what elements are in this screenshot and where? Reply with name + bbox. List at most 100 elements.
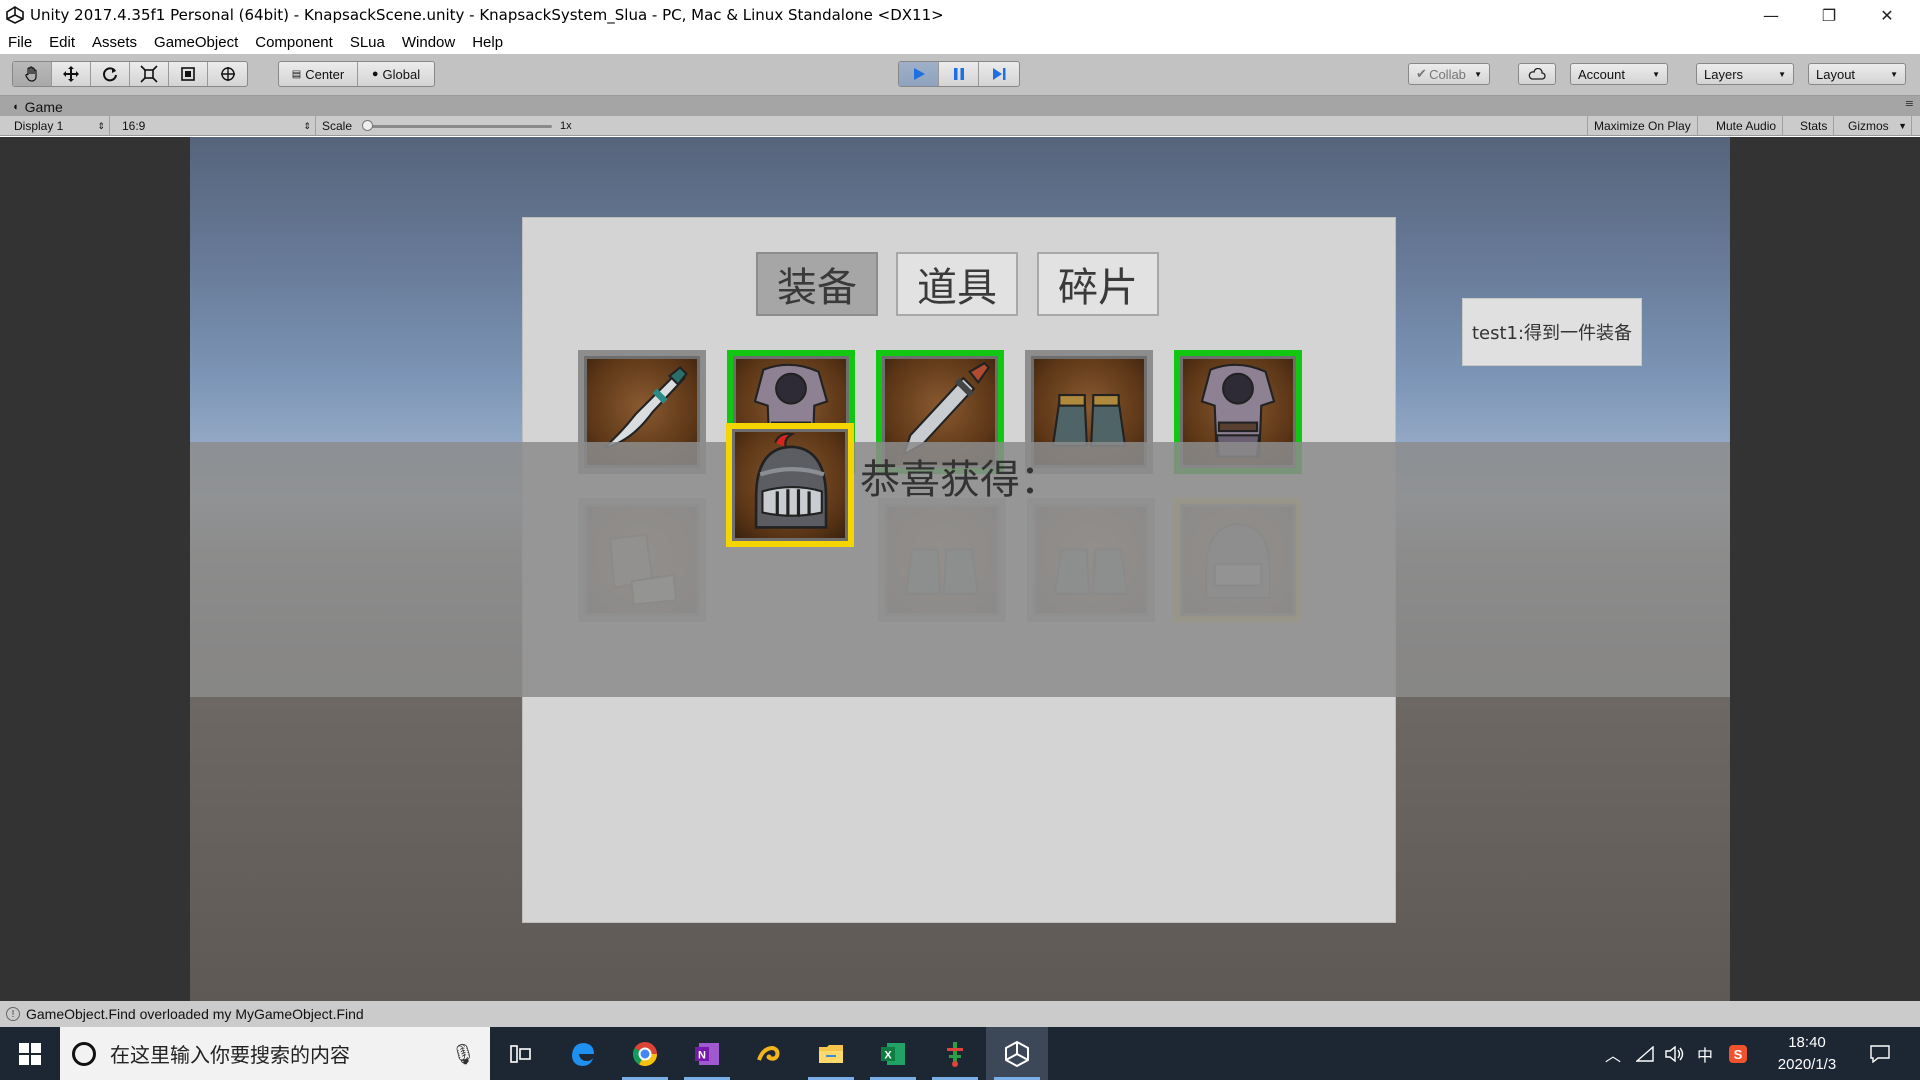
taskbar-app-swirl[interactable]: [738, 1027, 800, 1080]
menu-file[interactable]: File: [8, 34, 32, 51]
reward-slot-helmet[interactable]: [726, 423, 854, 547]
reward-title: 恭喜获得：: [860, 457, 1060, 503]
menu-window[interactable]: Window: [402, 34, 455, 51]
menu-slua[interactable]: SLua: [350, 34, 385, 51]
tab-game-label: Game: [24, 98, 63, 115]
aspect-label: 16:9: [122, 119, 146, 133]
tab-game[interactable]: ◖ Game: [8, 97, 71, 116]
show-hidden-icons-button[interactable]: ︿: [1596, 1027, 1630, 1080]
play-button[interactable]: [899, 62, 939, 86]
scale-tool-button[interactable]: [130, 62, 169, 86]
layout-dropdown[interactable]: Layout ▼: [1808, 63, 1906, 85]
hand-icon: [25, 66, 37, 82]
gizmos-dropdown[interactable]: Gizmos ▼: [1842, 116, 1912, 136]
tab-equipment[interactable]: 装备: [756, 252, 878, 316]
taskbar-app-tree[interactable]: [924, 1027, 986, 1080]
menu-edit[interactable]: Edit: [49, 34, 75, 51]
cortana-icon: [72, 1041, 96, 1066]
pause-button[interactable]: [939, 62, 979, 86]
edge-icon: [572, 1042, 594, 1066]
close-button[interactable]: ✕: [1858, 0, 1916, 30]
rotate-tool-button[interactable]: [91, 62, 130, 86]
layers-label: Layers: [1704, 66, 1744, 82]
cloud-button[interactable]: [1518, 63, 1556, 85]
display-dropdown[interactable]: Display 1 ⇕: [8, 116, 110, 136]
hand-tool-button[interactable]: [13, 62, 52, 86]
volume-icon[interactable]: [1660, 1027, 1690, 1080]
window-title: Unity 2017.4.35f1 Personal (64bit) - Kna…: [30, 6, 944, 24]
transform-tool-button[interactable]: [208, 62, 247, 86]
taskbar-app-excel[interactable]: X: [862, 1027, 924, 1080]
display-label: Display 1: [14, 119, 64, 133]
tab-menu-icon[interactable]: ≡: [1905, 97, 1914, 110]
taskbar-app-chrome[interactable]: [614, 1027, 676, 1080]
main-toolbar: ▤ Center ● Global ✔ Collab ▼ Account ▼ L…: [0, 54, 1920, 96]
chevron-up-icon: ︿: [1604, 1045, 1621, 1065]
action-center-button[interactable]: [1858, 1027, 1902, 1080]
taskbar-clock[interactable]: 18:40 2020/1/3: [1762, 1027, 1852, 1080]
unity-logo-icon: [4, 4, 26, 26]
tab-fragments[interactable]: 碎片: [1037, 252, 1159, 316]
ime-indicator[interactable]: 中: [1690, 1027, 1720, 1080]
mute-audio-toggle[interactable]: Mute Audio: [1710, 116, 1784, 136]
search-placeholder: 在这里输入你要搜索的内容: [110, 1043, 350, 1067]
menu-component[interactable]: Component: [255, 34, 333, 51]
rotate-icon: [103, 67, 117, 82]
pivot-global-button[interactable]: ● Global: [358, 62, 434, 86]
app-swirl-icon: [757, 1045, 780, 1061]
clock-time: 18:40: [1788, 1033, 1826, 1051]
scale-slider-handle[interactable]: [362, 120, 373, 131]
taskbar-app-unity[interactable]: [986, 1027, 1048, 1080]
play-icon: [913, 68, 925, 80]
globe-icon: ●: [371, 68, 379, 80]
menu-gameobject[interactable]: GameObject: [154, 34, 238, 51]
status-bar[interactable]: ! GameObject.Find overloaded my MyGameOb…: [0, 1001, 1920, 1027]
microphone-icon[interactable]: 🎙: [451, 1042, 476, 1066]
game-pacman-icon: ◖: [12, 100, 19, 113]
move-icon: [63, 66, 79, 82]
taskbar-app-file-explorer[interactable]: [800, 1027, 862, 1080]
start-button[interactable]: [0, 1027, 60, 1080]
chevron-down-icon: ▼: [1778, 69, 1786, 79]
stats-toggle[interactable]: Stats: [1794, 116, 1835, 136]
move-tool-button[interactable]: [52, 62, 91, 86]
editor-tab-bar: ◖ Game ≡: [0, 96, 1920, 116]
svg-text:N: N: [698, 1049, 706, 1061]
helmet-icon: [754, 432, 828, 529]
menu-assets[interactable]: Assets: [92, 34, 137, 51]
maximize-on-play-toggle[interactable]: Maximize On Play: [1587, 116, 1698, 136]
onenote-icon: N: [695, 1042, 719, 1065]
scale-icon: [140, 65, 158, 83]
pivot-center-label: Center: [305, 66, 345, 82]
sogou-input-icon[interactable]: S: [1722, 1027, 1754, 1080]
rect-tool-button[interactable]: [169, 62, 208, 86]
gizmos-label: Gizmos: [1848, 119, 1889, 133]
scale-value: 1x: [560, 120, 572, 132]
layout-label: Layout: [1816, 66, 1856, 82]
collab-dropdown[interactable]: ✔ Collab ▼: [1408, 63, 1490, 85]
title-bar: Unity 2017.4.35f1 Personal (64bit) - Kna…: [0, 0, 1920, 30]
console-last-message: GameObject.Find overloaded my MyGameObje…: [26, 1006, 364, 1022]
tab-items[interactable]: 道具: [896, 252, 1018, 316]
game-canvas[interactable]: 装备 道具 碎片 恭喜获得： test1:得到一件装备: [190, 137, 1730, 1001]
layers-dropdown[interactable]: Layers ▼: [1696, 63, 1794, 85]
taskbar-search[interactable]: 在这里输入你要搜索的内容 🎙: [60, 1027, 490, 1080]
scale-slider-track[interactable]: [366, 125, 552, 128]
center-icon: ▤: [291, 68, 302, 80]
game-view-toolbar: Display 1 ⇕ 16:9 ⇕ Scale 1x Maximize On …: [0, 116, 1920, 136]
network-icon[interactable]: [1630, 1027, 1660, 1080]
step-button[interactable]: [979, 62, 1019, 86]
chevron-down-icon: ▼: [1890, 69, 1898, 79]
pause-icon: [953, 68, 964, 80]
taskbar-app-onenote[interactable]: N: [676, 1027, 738, 1080]
aspect-dropdown[interactable]: 16:9 ⇕: [116, 116, 316, 136]
chevron-down-icon: ▼: [1898, 121, 1907, 131]
transform-icon: [220, 67, 235, 81]
account-dropdown[interactable]: Account ▼: [1570, 63, 1668, 85]
restore-button[interactable]: ❐: [1800, 0, 1858, 30]
task-view-button[interactable]: [490, 1027, 552, 1080]
menu-help[interactable]: Help: [472, 34, 503, 51]
pivot-center-button[interactable]: ▤ Center: [279, 62, 358, 86]
taskbar-app-edge[interactable]: [552, 1027, 614, 1080]
minimize-button[interactable]: —: [1742, 0, 1800, 30]
